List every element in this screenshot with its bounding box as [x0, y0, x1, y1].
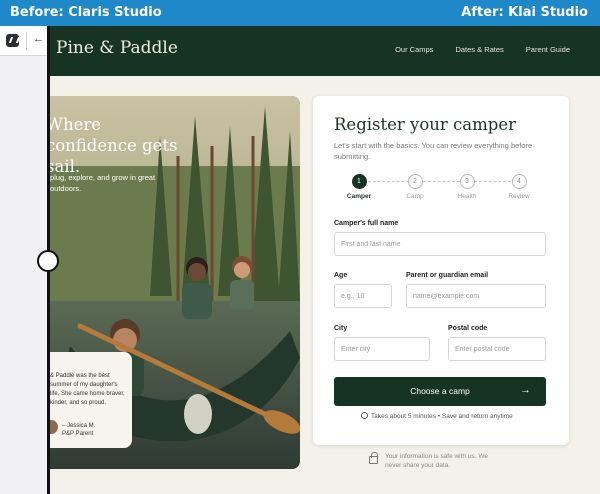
email-input[interactable] — [406, 284, 546, 308]
comparison-bar: Before: Claris Studio After: Klai Studio — [0, 0, 600, 26]
site-header: Pine & Paddle Our Camps Dates & Rates Pa… — [0, 26, 600, 76]
choose-camp-label: Choose a camp — [410, 386, 470, 396]
step-label: Camp — [406, 193, 424, 200]
full-name-label: Camper's full name — [334, 220, 399, 227]
nav-our-camps[interactable]: Our Camps — [395, 45, 433, 54]
arrow-right-icon: → — [520, 384, 531, 396]
postal-label: Postal code — [448, 325, 488, 332]
postal-input[interactable] — [448, 337, 546, 361]
studio-logo-icon — [6, 34, 19, 47]
nav-dates-rates[interactable]: Dates & Rates — [455, 45, 503, 54]
step-number: 3 — [459, 174, 475, 189]
lock-icon — [369, 452, 378, 464]
step-number: 4 — [511, 174, 527, 189]
choose-camp-button[interactable]: Choose a camp → — [334, 377, 546, 406]
clock-icon — [361, 412, 368, 419]
step-label: Health — [457, 193, 477, 200]
step-number: 1 — [351, 174, 367, 189]
hero-card: Where confidence gets sail. plug, explor… — [50, 96, 300, 469]
city-label: City — [334, 325, 348, 332]
step-number: 2 — [407, 174, 423, 189]
main-nav: Our Camps Dates & Rates Parent Guide — [395, 45, 570, 54]
privacy-note-text: Your information is safe with us. We nev… — [385, 453, 488, 469]
back-arrow-icon[interactable]: ← — [33, 33, 44, 45]
time-note-text: Takes about 5 minutes • Save and return … — [371, 413, 513, 420]
hero-title: Where confidence gets sail. — [50, 115, 178, 176]
email-label: Parent or guardian email — [406, 272, 489, 279]
testimonial-author: – Jessica M. P&P Parent — [62, 422, 95, 438]
testimonial-text: & Paddle was the best summer of my daugh… — [50, 373, 125, 406]
brand-logo[interactable]: Pine & Paddle — [56, 38, 178, 58]
nav-parent-guide[interactable]: Parent Guide — [526, 45, 570, 54]
age-input[interactable] — [334, 284, 392, 308]
step-review[interactable]: 4 Review — [499, 174, 539, 200]
registration-card: Register your camper Let's start with th… — [313, 96, 569, 445]
avatar — [50, 420, 58, 434]
form-title: Register your camper — [334, 115, 516, 134]
form-subtitle: Let's start with the basics. You can rev… — [334, 141, 533, 161]
step-camp[interactable]: 2 Camp — [395, 174, 435, 200]
step-label: Review — [508, 193, 530, 200]
before-toolbar: ← — [0, 26, 48, 56]
hero-text: plug, explore, and grow in great outdoor… — [50, 173, 156, 193]
testimonial-role: P&P Parent — [62, 431, 94, 437]
testimonial-name: – Jessica M. — [62, 423, 96, 429]
comparison-slider-handle[interactable] — [37, 250, 59, 272]
toolbar-divider — [26, 32, 27, 50]
full-name-input[interactable] — [334, 232, 546, 256]
progress-stepper: 1 Camper 2 Camp 3 Health 4 Review — [313, 174, 569, 204]
after-label: After: Klai Studio — [461, 5, 588, 20]
step-health[interactable]: 3 Health — [447, 174, 487, 200]
time-note: Takes about 5 minutes • Save and return … — [361, 412, 513, 420]
step-label: Camper — [346, 193, 372, 200]
testimonial-card: & Paddle was the best summer of my daugh… — [50, 352, 132, 448]
before-label: Before: Claris Studio — [10, 5, 162, 20]
step-camper[interactable]: 1 Camper — [339, 174, 379, 200]
city-input[interactable] — [334, 337, 430, 361]
age-label: Age — [334, 272, 348, 279]
